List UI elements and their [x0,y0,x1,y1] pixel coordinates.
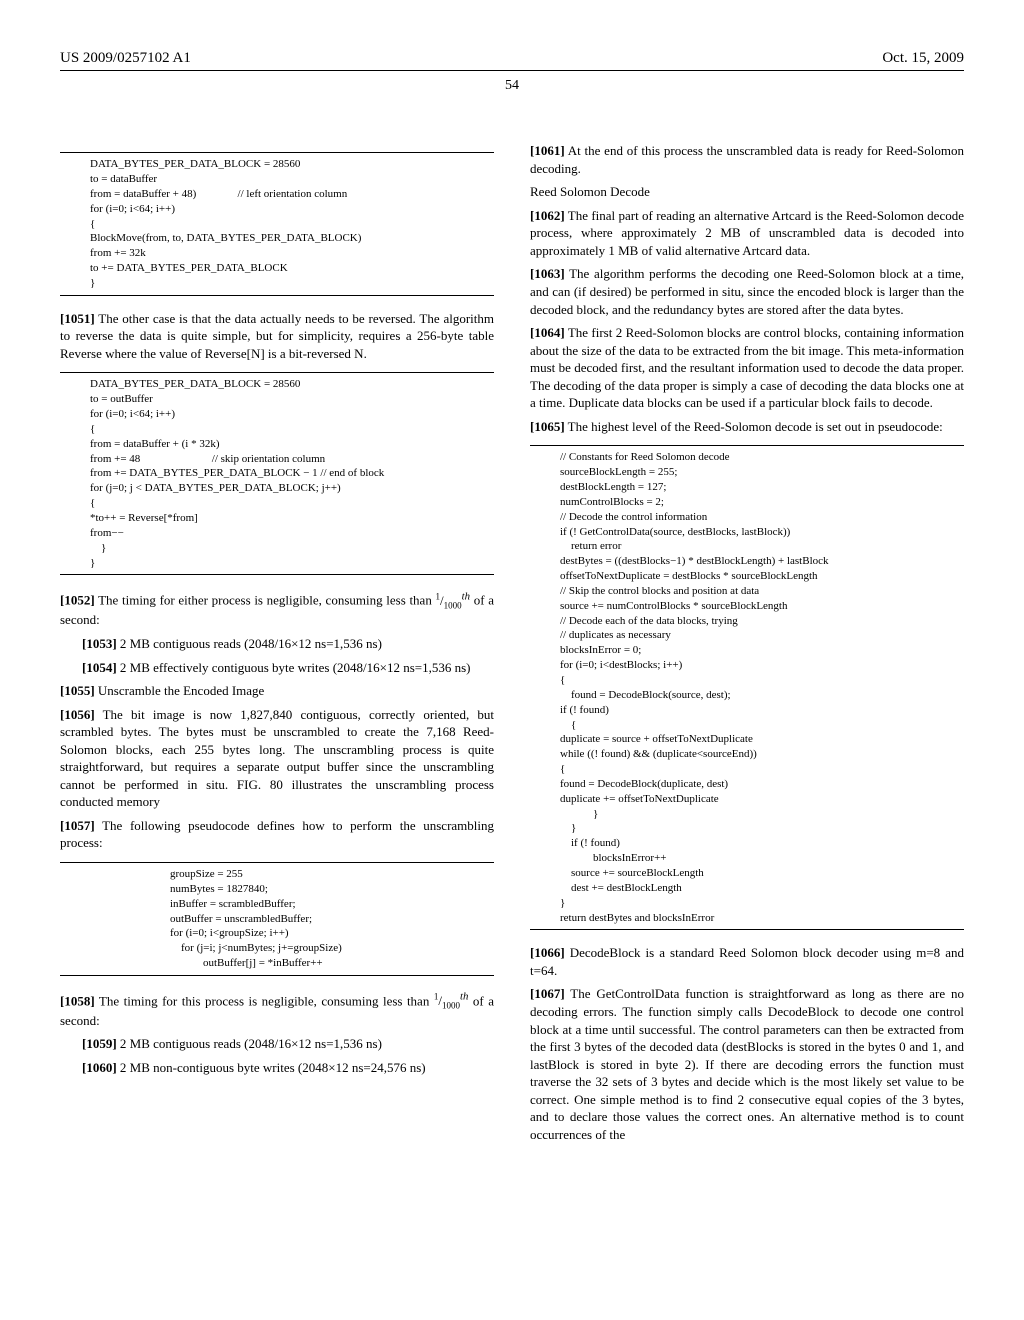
para-num: [1052] [60,593,95,608]
para-text: The first 2 Reed-Solomon blocks are cont… [530,325,964,410]
code-block-1: DATA_BYTES_PER_DATA_BLOCK = 28560 to = d… [60,157,494,291]
para-1051: [1051] The other case is that the data a… [60,310,494,363]
para-1053: [1053] 2 MB contiguous reads (2048/16×12… [60,635,494,653]
para-text: At the end of this process the unscrambl… [530,143,964,176]
para-num: [1060] [82,1060,117,1075]
para-text: 2 MB non-contiguous byte writes (2048×12… [117,1060,426,1075]
code-block-3: groupSize = 255 numBytes = 1827840; inBu… [60,867,494,971]
two-column-body: DATA_BYTES_PER_DATA_BLOCK = 28560 to = d… [60,142,964,1149]
left-column: DATA_BYTES_PER_DATA_BLOCK = 28560 to = d… [60,142,494,1149]
para-text: The timing for either process is negligi… [95,593,436,608]
para-1064: [1064] The first 2 Reed-Solomon blocks a… [530,324,964,412]
para-text: The GetControlData function is straightf… [530,986,964,1141]
para-text: The highest level of the Reed-Solomon de… [565,419,943,434]
code-rule [60,574,494,575]
para-num: [1053] [82,636,117,651]
para-num: [1055] [60,683,95,698]
para-text: The final part of reading an alternative… [530,208,964,258]
patent-page: US 2009/0257102 A1 Oct. 15, 2009 54 DATA… [0,0,1024,1320]
para-num: [1063] [530,266,565,281]
page-header: US 2009/0257102 A1 Oct. 15, 2009 [60,48,964,71]
para-num: [1062] [530,208,565,223]
para-text: The timing for this process is negligibl… [95,993,434,1008]
para-text: 2 MB contiguous reads (2048/16×12 ns=1,5… [117,1036,382,1051]
para-1054: [1054] 2 MB effectively contiguous byte … [60,659,494,677]
para-text: The other case is that the data actually… [60,311,494,361]
code-rule [530,445,964,446]
para-1065: [1065] The highest level of the Reed-Sol… [530,418,964,436]
publication-number: US 2009/0257102 A1 [60,48,191,68]
section-heading: Reed Solomon Decode [530,183,964,201]
para-1056: [1056] The bit image is now 1,827,840 co… [60,706,494,811]
para-1061: [1061] At the end of this process the un… [530,142,964,177]
para-num: [1058] [60,993,95,1008]
para-num: [1059] [82,1036,117,1051]
para-num: [1065] [530,419,565,434]
para-1062: [1062] The final part of reading an alte… [530,207,964,260]
para-text: 2 MB effectively contiguous byte writes … [117,660,471,675]
para-num: [1057] [60,818,95,833]
para-1060: [1060] 2 MB non-contiguous byte writes (… [60,1059,494,1077]
para-text: DecodeBlock is a standard Reed Solomon b… [530,945,964,978]
para-num: [1067] [530,986,565,1001]
para-1067: [1067] The GetControlData function is st… [530,985,964,1143]
para-1055: [1055] Unscramble the Encoded Image [60,682,494,700]
code-rule [530,929,964,930]
para-1063: [1063] The algorithm performs the decodi… [530,265,964,318]
para-text: Unscramble the Encoded Image [95,683,265,698]
para-num: [1064] [530,325,565,340]
code-rule [60,295,494,296]
para-num: [1051] [60,311,95,326]
para-text: The algorithm performs the decoding one … [530,266,964,316]
para-num: [1061] [530,143,565,158]
page-number: 54 [60,77,964,96]
para-text: The bit image is now 1,827,840 contiguou… [60,707,494,810]
code-rule [60,975,494,976]
para-1066: [1066] DecodeBlock is a standard Reed So… [530,944,964,979]
para-1057: [1057] The following pseudocode defines … [60,817,494,852]
code-block-4: // Constants for Reed Solomon decode sou… [530,450,964,925]
code-rule [60,372,494,373]
para-1059: [1059] 2 MB contiguous reads (2048/16×12… [60,1035,494,1053]
para-1052: [1052] The timing for either process is … [60,589,494,629]
publication-date: Oct. 15, 2009 [882,48,964,68]
fraction: 1/1000 [436,593,462,608]
para-num: [1056] [60,707,95,722]
code-rule [60,152,494,153]
right-column: [1061] At the end of this process the un… [530,142,964,1149]
para-1058: [1058] The timing for this process is ne… [60,990,494,1030]
para-text: The following pseudocode defines how to … [60,818,494,851]
code-rule [60,862,494,863]
para-text: 2 MB contiguous reads (2048/16×12 ns=1,5… [117,636,382,651]
fraction: 1/1000 [434,993,460,1008]
para-num: [1054] [82,660,117,675]
code-block-2: DATA_BYTES_PER_DATA_BLOCK = 28560 to = o… [60,377,494,570]
para-num: [1066] [530,945,565,960]
